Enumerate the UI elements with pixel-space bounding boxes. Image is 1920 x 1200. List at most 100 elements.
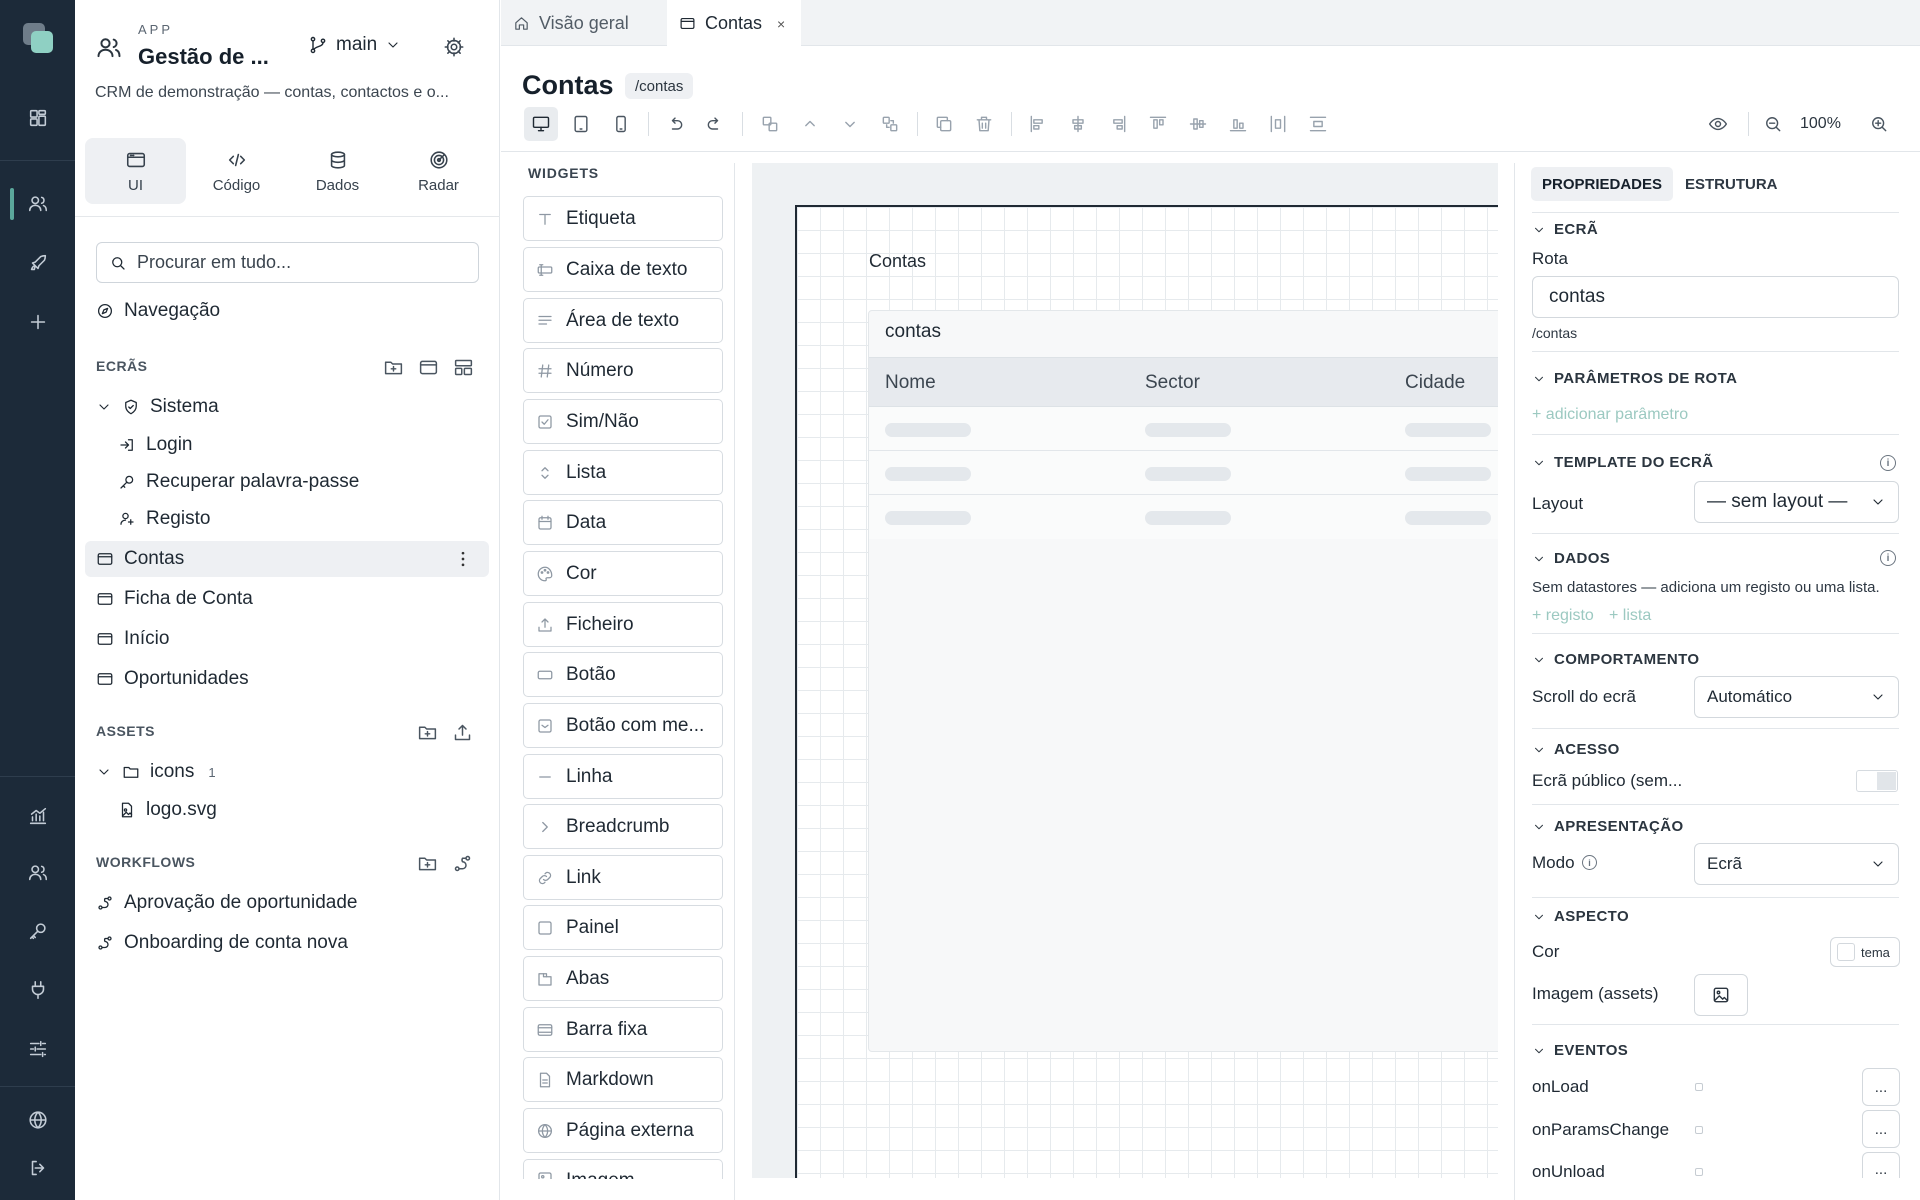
analytics-icon[interactable] xyxy=(0,796,75,836)
dashboard-icon[interactable] xyxy=(0,98,75,138)
screen-item-login[interactable]: Login xyxy=(118,434,193,456)
distribute-h-icon[interactable] xyxy=(1261,107,1295,141)
workflow-item-aprovacao[interactable]: Aprovação de oportunidade xyxy=(96,892,357,914)
scroll-select[interactable]: Automático xyxy=(1694,676,1899,718)
screen-item-oportunidades[interactable]: Oportunidades xyxy=(96,668,249,690)
image-picker-button[interactable] xyxy=(1694,974,1748,1016)
widget-barra-fixa[interactable]: Barra fixa xyxy=(523,1007,723,1052)
mobile-view-icon[interactable] xyxy=(604,107,638,141)
align-right-icon[interactable] xyxy=(1101,107,1135,141)
widget-caixa-de-texto[interactable]: Caixa de texto xyxy=(523,247,723,292)
zoom-out-icon[interactable] xyxy=(1756,107,1790,141)
screen-item-recover[interactable]: Recuperar palavra-passe xyxy=(118,471,359,493)
undo-icon[interactable] xyxy=(658,107,692,141)
section-comportamento[interactable]: COMPORTAMENTO xyxy=(1532,651,1699,668)
folder-plus-icon[interactable] xyxy=(417,853,438,874)
workflow-item-onboarding[interactable]: Onboarding de conta nova xyxy=(96,932,348,954)
tab-visao-geral[interactable]: Visão geral xyxy=(501,0,667,46)
group-icon[interactable] xyxy=(753,107,787,141)
upload-icon[interactable] xyxy=(452,722,473,743)
screen-item-ficha-de-conta[interactable]: Ficha de Conta xyxy=(96,588,253,610)
widget-lista[interactable]: Lista xyxy=(523,450,723,495)
tablet-view-icon[interactable] xyxy=(564,107,598,141)
align-center-v-icon[interactable] xyxy=(1181,107,1215,141)
widget-breadcrumb[interactable]: Breadcrumb xyxy=(523,804,723,849)
align-top-icon[interactable] xyxy=(1141,107,1175,141)
globe-icon[interactable] xyxy=(0,1100,75,1140)
screen-item-inicio[interactable]: Início xyxy=(96,628,169,650)
widget-botao-com-menu[interactable]: Botão com me... xyxy=(523,703,723,748)
align-bottom-icon[interactable] xyxy=(1221,107,1255,141)
section-ecra[interactable]: ECRÃ xyxy=(1532,221,1598,238)
move-up-icon[interactable] xyxy=(793,107,827,141)
asset-folder-icons[interactable]: icons 1 xyxy=(96,761,216,783)
plug-icon[interactable] xyxy=(0,970,75,1010)
asset-file-logo[interactable]: logo.svg xyxy=(118,799,217,821)
gear-icon[interactable] xyxy=(443,36,465,58)
section-eventos[interactable]: EVENTOS xyxy=(1532,1042,1628,1059)
trash-icon[interactable] xyxy=(967,107,1001,141)
workflow-icon[interactable] xyxy=(452,853,473,874)
distribute-v-icon[interactable] xyxy=(1301,107,1335,141)
more-vertical-icon[interactable] xyxy=(453,549,473,569)
widget-pagina-externa[interactable]: Página externa xyxy=(523,1108,723,1153)
mode-data[interactable]: Dados xyxy=(287,138,388,204)
widget-painel[interactable]: Painel xyxy=(523,905,723,950)
section-dados[interactable]: DADOS xyxy=(1532,550,1610,567)
widget-cor[interactable]: Cor xyxy=(523,551,723,596)
plus-icon[interactable] xyxy=(0,302,75,342)
canvas-label-widget[interactable]: Contas xyxy=(869,251,926,272)
widget-ficheiro[interactable]: Ficheiro xyxy=(523,602,723,647)
section-acesso[interactable]: ACESSO xyxy=(1532,741,1620,758)
mode-ui[interactable]: UI xyxy=(85,138,186,204)
new-screen-icon[interactable] xyxy=(418,357,439,378)
app-logo-icon[interactable] xyxy=(0,16,75,60)
redo-icon[interactable] xyxy=(698,107,732,141)
widget-sim-nao[interactable]: Sim/Não xyxy=(523,399,723,444)
widget-botao[interactable]: Botão xyxy=(523,652,723,697)
mode-select[interactable]: Ecrã xyxy=(1694,843,1899,885)
branch-selector[interactable]: main xyxy=(308,34,401,56)
screen-group-sistema[interactable]: Sistema xyxy=(96,396,219,418)
section-template[interactable]: TEMPLATE DO ECRÃ xyxy=(1532,454,1713,471)
event-onunload-button[interactable]: ... xyxy=(1862,1152,1900,1178)
canvas-table-widget[interactable]: contas Nome Sector Cidade xyxy=(868,310,1498,1052)
team-icon[interactable] xyxy=(0,853,75,893)
screen-frame[interactable]: Contas contas Nome Sector Cidade xyxy=(795,205,1498,1178)
align-left-icon[interactable] xyxy=(1021,107,1055,141)
key-icon[interactable] xyxy=(0,911,75,951)
add-record-link[interactable]: + registo xyxy=(1532,607,1594,625)
mode-radar[interactable]: Radar xyxy=(388,138,489,204)
public-toggle[interactable] xyxy=(1856,770,1898,792)
widget-numero[interactable]: Número xyxy=(523,348,723,393)
layout-icon[interactable] xyxy=(453,357,474,378)
search-input[interactable] xyxy=(137,252,467,273)
section-parametros[interactable]: PARÂMETROS DE ROTA xyxy=(1532,370,1737,387)
info-icon[interactable]: i xyxy=(1582,855,1597,870)
widget-imagem[interactable]: Imagem xyxy=(523,1159,723,1179)
route-input[interactable]: contas xyxy=(1532,276,1899,318)
users-icon[interactable] xyxy=(0,184,75,224)
mode-code[interactable]: Código xyxy=(186,138,287,204)
event-onparamschange-button[interactable]: ... xyxy=(1862,1110,1900,1148)
desktop-view-icon[interactable] xyxy=(524,107,558,141)
tab-propriedades[interactable]: PROPRIEDADES xyxy=(1531,167,1674,201)
section-aspecto[interactable]: ASPECTO xyxy=(1532,908,1629,925)
rocket-icon[interactable] xyxy=(0,243,75,283)
preview-eye-icon[interactable] xyxy=(1701,107,1735,141)
ungroup-icon[interactable] xyxy=(873,107,907,141)
color-picker[interactable]: tema xyxy=(1830,937,1900,967)
widget-markdown[interactable]: Markdown xyxy=(523,1057,723,1102)
tab-estrutura[interactable]: ESTRUTURA xyxy=(1674,167,1789,201)
add-list-link[interactable]: + lista xyxy=(1609,607,1651,625)
align-center-h-icon[interactable] xyxy=(1061,107,1095,141)
screen-item-register[interactable]: Registo xyxy=(118,508,210,530)
widget-abas[interactable]: Abas xyxy=(523,956,723,1001)
widget-etiqueta[interactable]: Etiqueta xyxy=(523,196,723,241)
widget-link[interactable]: Link xyxy=(523,855,723,900)
move-down-icon[interactable] xyxy=(833,107,867,141)
zoom-in-icon[interactable] xyxy=(1862,107,1896,141)
close-icon[interactable]: × xyxy=(777,16,785,32)
info-icon[interactable]: i xyxy=(1880,455,1896,471)
screen-item-contas[interactable]: Contas xyxy=(96,548,184,570)
